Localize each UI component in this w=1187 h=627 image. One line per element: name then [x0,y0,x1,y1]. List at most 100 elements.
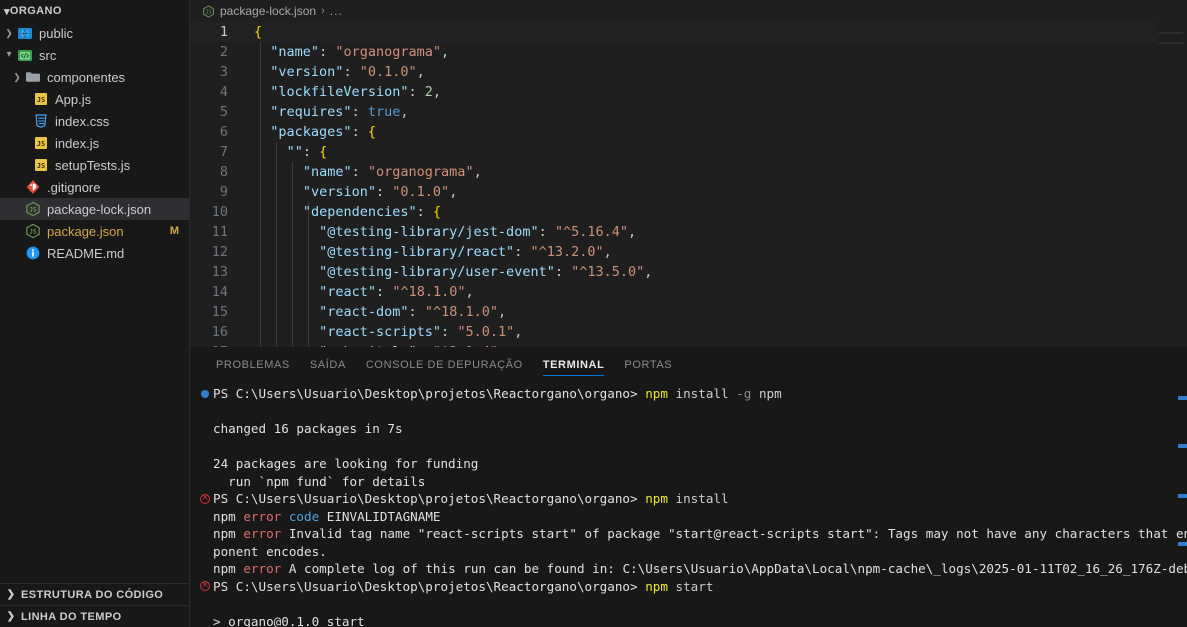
code-text[interactable]: "": { [246,142,328,162]
breadcrumb-file[interactable]: package-lock.json [220,4,316,18]
terminal-text: PS C:\Users\Usuario\Desktop\projetos\Rea… [213,578,714,594]
explorer-root-header[interactable]: ▾ ORGANO [0,0,189,22]
tree-file-index-css[interactable]: index.css [0,110,189,132]
line-number: 11 [211,224,228,240]
code-line[interactable]: 8 "name": "organograma", [190,162,1187,182]
tree-file-app-js[interactable]: JS App.js [0,88,189,110]
scroll-ruler-mark[interactable] [1178,396,1187,400]
chevron-down-icon[interactable]: ▾ [2,50,16,60]
terminal-line: PS C:\Users\Usuario\Desktop\projetos\Rea… [197,490,1187,508]
code-line[interactable]: 3 "version": "0.1.0", [190,62,1187,82]
code-line[interactable]: 13 "@testing-library/user-event": "^13.5… [190,262,1187,282]
tree-folder-public[interactable]: ❯ public [0,22,189,44]
tree-folder-componentes[interactable]: ❯ componentes [0,66,189,88]
modified-badge: M [169,225,179,237]
tree-file-index-js[interactable]: JS index.js [0,132,189,154]
terminal-text: > organo@0.1.0 start [213,613,365,627]
tab-console-de-depura-o[interactable]: CONSOLE DE DEPURAÇÃO [356,347,533,382]
code-text[interactable]: "lockfileVersion": 2, [246,82,441,102]
code-line[interactable]: 12 "@testing-library/react": "^13.2.0", [190,242,1187,262]
minimap-line [1159,42,1183,44]
minimap[interactable] [1157,22,1187,347]
tab-label: PORTAS [624,358,673,371]
sidebar-section-label: ESTRUTURA DO CÓDIGO [21,588,164,601]
scroll-ruler-mark[interactable] [1178,444,1187,448]
sidebar-section-linha-do-tempo[interactable]: ❯ LINHA DO TEMPO [0,605,189,627]
terminal-text: run `npm fund` for details [213,473,426,489]
code-editor[interactable]: 1{2 "name": "organograma", 3 "version": "… [190,22,1187,347]
code-text[interactable]: "@testing-library/react": "^13.2.0", [246,242,612,262]
tab-terminal[interactable]: TERMINAL [533,347,615,382]
code-text[interactable]: "react": "^18.1.0", [246,282,473,302]
code-line[interactable]: 7 "": { [190,142,1187,162]
code-text[interactable]: "@testing-library/user-event": "^13.5.0"… [246,262,652,282]
code-text[interactable]: "name": "organograma", [246,162,482,182]
command-error-icon [197,581,213,592]
code-text[interactable]: "react-scripts": "5.0.1", [246,322,522,342]
minimap-line [1159,32,1183,34]
code-line[interactable]: 4 "lockfileVersion": 2, [190,82,1187,102]
chevron-right-icon[interactable]: ❯ [4,611,18,622]
tree-file-setuptests-js[interactable]: JS setupTests.js [0,154,189,176]
chevron-right-icon[interactable]: ❯ [4,589,18,600]
scroll-ruler-mark[interactable] [1178,494,1187,498]
line-number: 1 [219,24,228,40]
code-text[interactable]: "version": "0.1.0", [246,182,457,202]
tab-portas[interactable]: PORTAS [614,347,682,382]
main-area: JS package-lock.json › ... 1{2 "name": "… [190,0,1187,627]
code-text[interactable]: { [246,22,262,42]
tab-problemas[interactable]: PROBLEMAS [206,347,300,382]
sidebar-section-estrutura-do-c-digo[interactable]: ❯ ESTRUTURA DO CÓDIGO [0,583,189,605]
code-line[interactable]: 15 "react-dom": "^18.1.0", [190,302,1187,322]
tree-folder-src[interactable]: ▾ src [0,44,189,66]
terminal-lines: PS C:\Users\Usuario\Desktop\projetos\Rea… [197,385,1187,627]
code-text[interactable]: "dependencies": { [246,202,441,222]
terminal-scroll-ruler[interactable] [1173,382,1187,627]
code-text[interactable]: "version": "0.1.0", [246,62,424,82]
svg-text:JS: JS [29,207,37,214]
code-content[interactable]: 1{2 "name": "organograma", 3 "version": "… [190,22,1187,347]
code-text[interactable]: "name": "organograma", [246,42,449,62]
code-line[interactable]: 14 "react": "^18.1.0", [190,282,1187,302]
code-line[interactable]: 16 "react-scripts": "5.0.1", [190,322,1187,342]
code-text[interactable]: "packages": { [246,122,376,142]
code-text[interactable]: "requires": true, [246,102,408,122]
breadcrumb[interactable]: JS package-lock.json › ... [190,0,1187,22]
code-text[interactable]: "@testing-library/jest-dom": "^5.16.4", [246,222,636,242]
code-line[interactable]: 9 "version": "0.1.0", [190,182,1187,202]
terminal-output[interactable]: PS C:\Users\Usuario\Desktop\projetos\Rea… [190,382,1187,627]
terminal-text: npm error A complete log of this run can… [213,561,1187,576]
folder-icon [24,69,42,85]
code-line[interactable]: 6 "packages": { [190,122,1187,142]
js-icon: JS [32,91,50,107]
code-line[interactable]: 10 "dependencies": { [190,202,1187,222]
tab-sa-da[interactable]: SAÍDA [300,347,356,382]
sidebar: ▾ ORGANO ❯ public ▾ src ❯ componentes JS App.js… [0,0,190,627]
line-number: 9 [219,184,228,200]
breadcrumb-more[interactable]: ... [330,4,343,18]
chevron-right-icon: › [321,5,325,17]
code-line[interactable]: 2 "name": "organograma", [190,42,1187,62]
code-line[interactable]: 11 "@testing-library/jest-dom": "^5.16.4… [190,222,1187,242]
tree-item-label: App.js [55,91,92,107]
tree-file--gitignore[interactable]: .gitignore [0,176,189,198]
code-line[interactable]: 5 "requires": true, [190,102,1187,122]
terminal-line: changed 16 packages in 7s [197,420,1187,438]
scroll-ruler-mark[interactable] [1178,542,1187,546]
terminal-text: changed 16 packages in 7s [213,421,403,436]
chevron-right-icon[interactable]: ❯ [2,28,16,38]
tree-file-package-lock-json[interactable]: JS package-lock.json [0,198,189,220]
tree-file-readme-md[interactable]: README.md [0,242,189,264]
code-line[interactable]: 1{ [190,22,1187,42]
tree-item-label: package-lock.json [47,201,152,217]
npm-icon: JS [202,4,215,18]
terminal-line: npm error A complete log of this run can… [197,560,1187,578]
tree-item-label: src [39,47,57,63]
line-number: 7 [219,144,228,160]
tree-file-package-json[interactable]: JS package.json M [0,220,189,242]
chevron-right-icon[interactable]: ❯ [10,72,24,82]
terminal-line: PS C:\Users\Usuario\Desktop\projetos\Rea… [197,578,1187,596]
terminal-line: ponent encodes. [197,543,1187,561]
code-text[interactable]: "react-dom": "^18.1.0", [246,302,506,322]
